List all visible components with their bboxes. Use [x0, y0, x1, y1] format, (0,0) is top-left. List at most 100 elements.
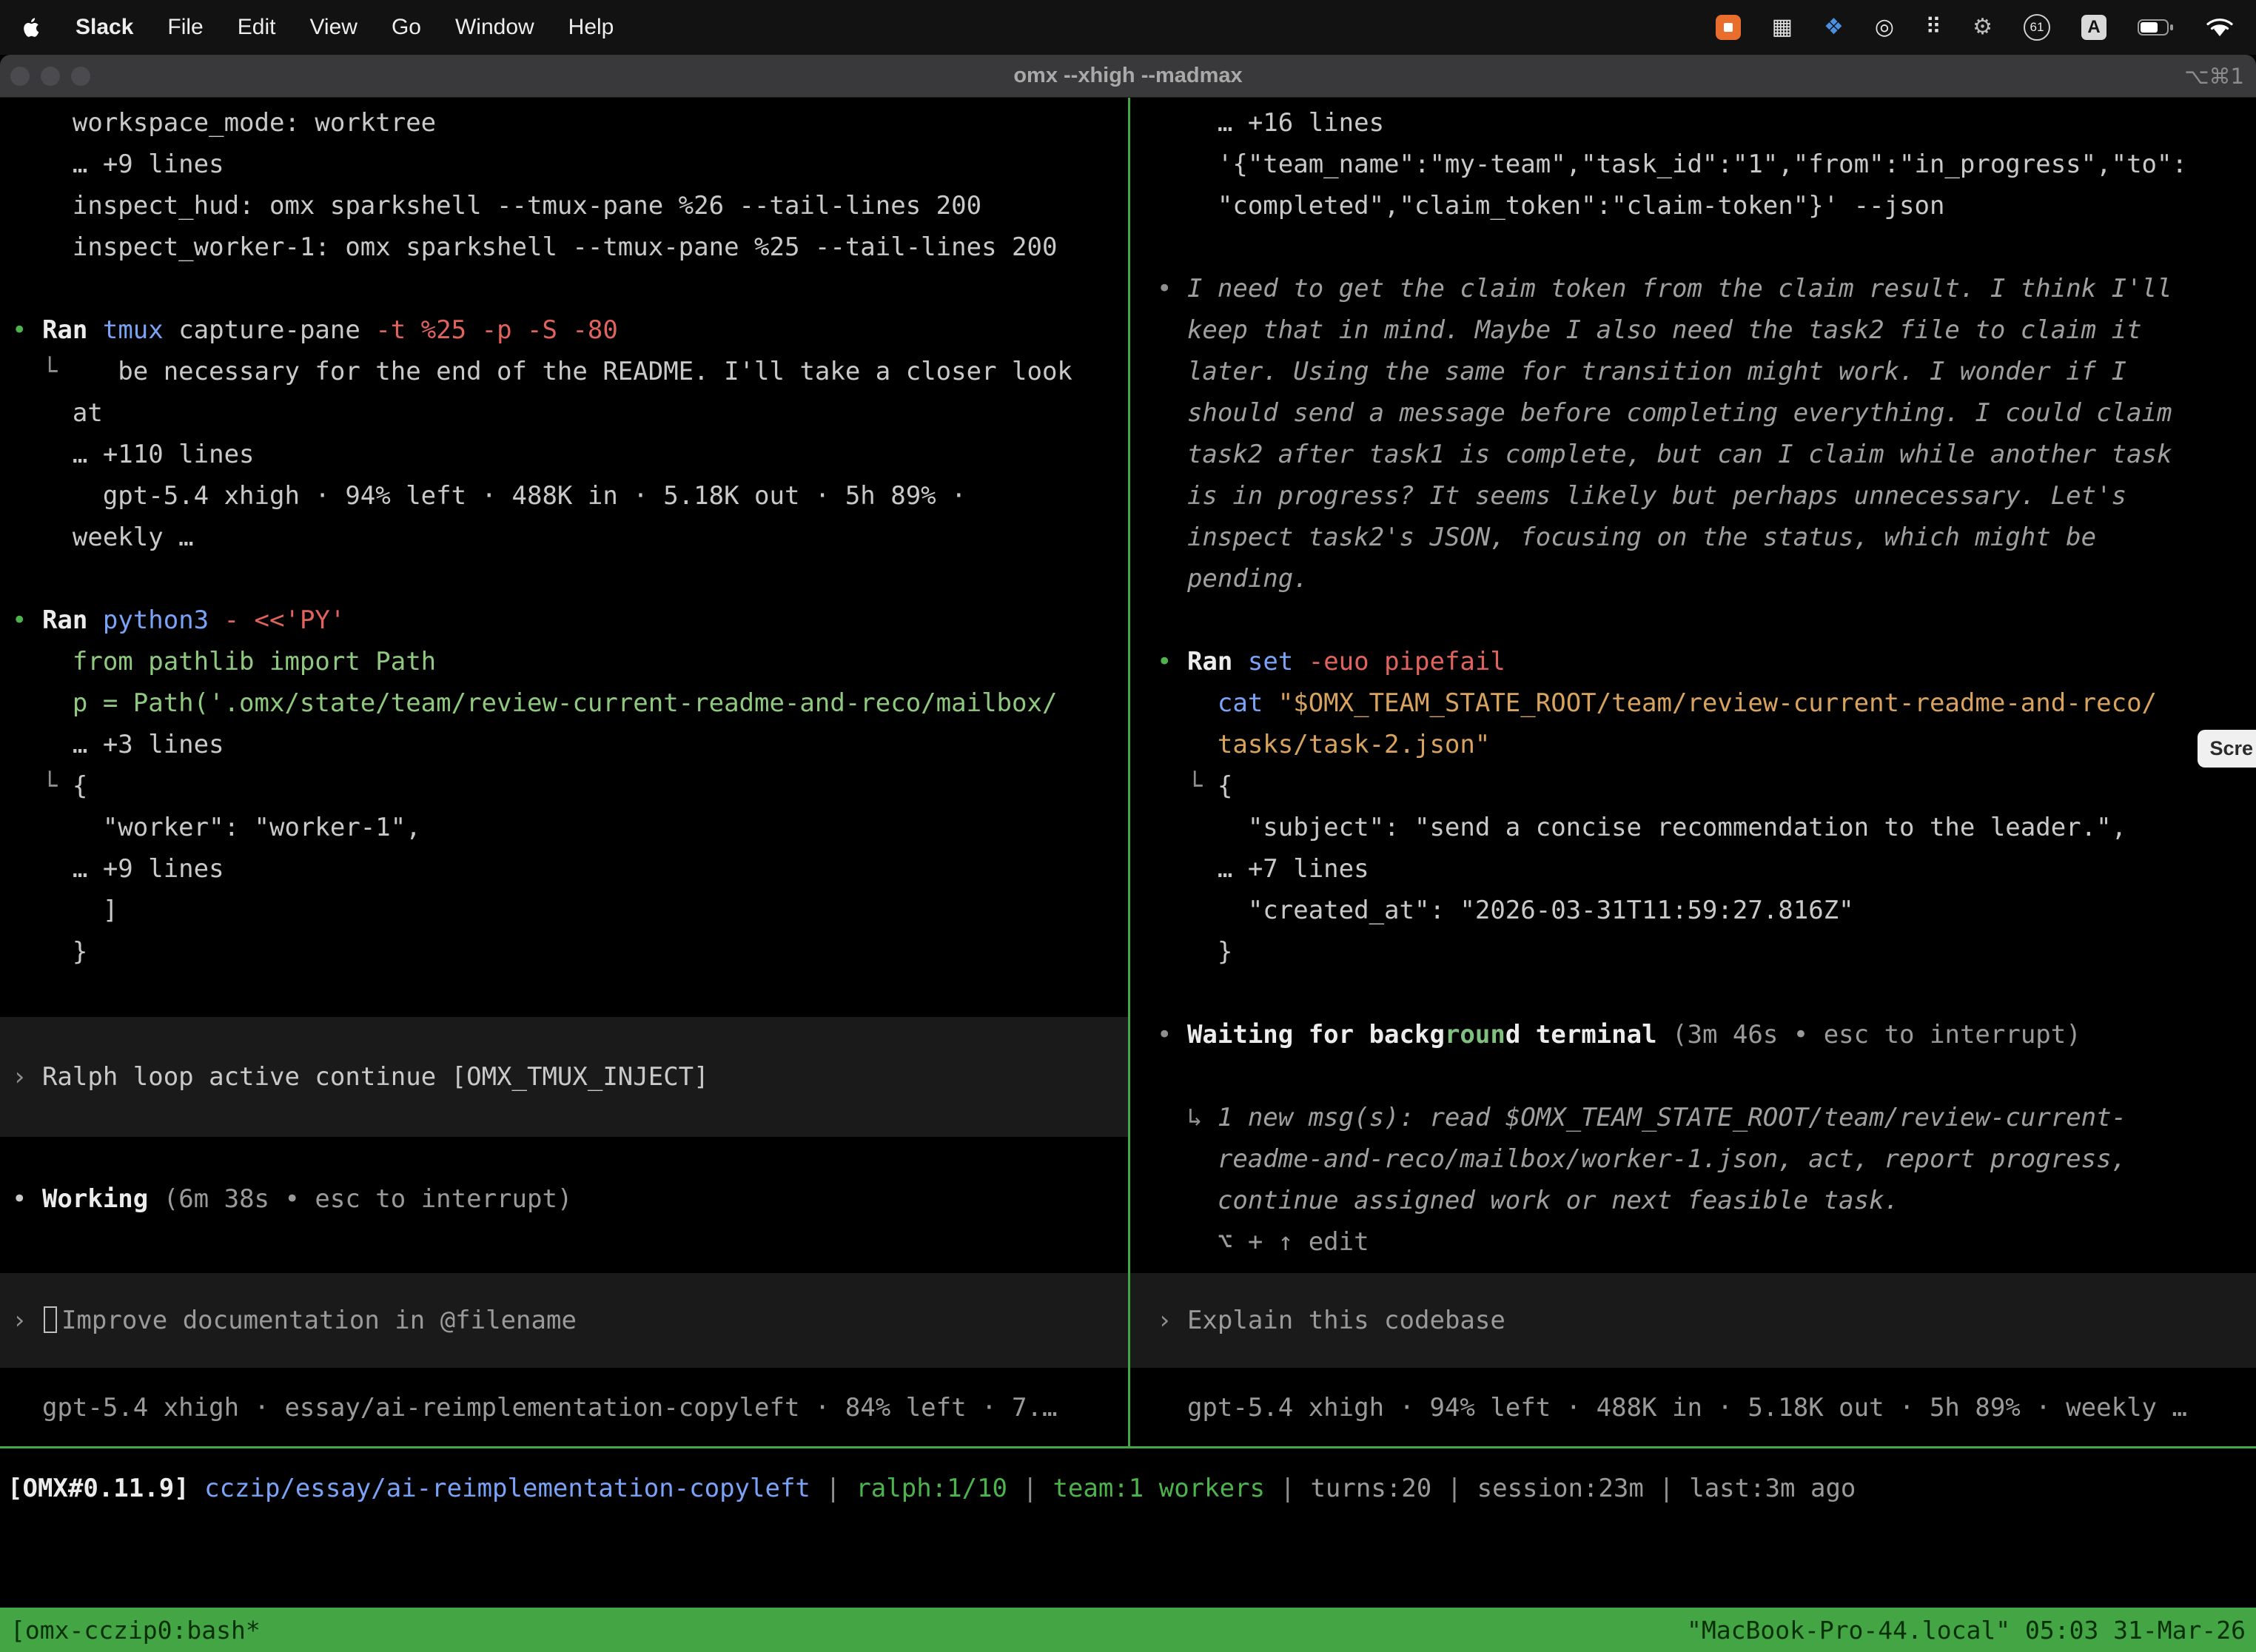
text-segment: is in progress? It seems likely but perh… [1157, 481, 2126, 511]
prompt-line: › Explain this codebase [1130, 1300, 1505, 1341]
window-title-bar[interactable]: omx --xhigh --madmax ⌥⌘1 [0, 55, 2256, 98]
terminal-pane-right[interactable]: … +16 lines '{"team_name":"my-team","tas… [1130, 98, 2256, 1446]
text-segment: inspect task2's JSON, focusing on the st… [1157, 523, 2096, 552]
text-segment: Waiting for backg [1187, 1020, 1445, 1050]
text-segment: set [1248, 647, 1309, 676]
screen-tooltip: Scre [2198, 730, 2256, 768]
text-segment: python3 [103, 605, 224, 635]
terminal-line: inspect_hud: omx sparkshell --tmux-pane … [0, 185, 1128, 226]
grid-icon[interactable]: ▦ [1772, 15, 1793, 40]
terminal-line: } [1130, 931, 2256, 973]
text-segment: • [1157, 274, 1187, 303]
menu-item-go[interactable]: Go [392, 15, 421, 40]
blank-line [0, 558, 1128, 600]
prompt-band[interactable]: › Explain this codebase [1130, 1273, 2256, 1368]
text-segment: -euo pipefail [1309, 647, 1505, 676]
terminal-line: from pathlib import Path [0, 641, 1128, 682]
terminal-line: "completed","claim_token":"claim-token"}… [1130, 185, 2256, 226]
text-segment: | [1644, 1474, 1689, 1503]
text-segment: cat [1157, 688, 1278, 718]
terminal-line: • Ran tmux capture-pane -t %25 -p -S -80 [0, 309, 1128, 351]
text-segment: last:3m ago [1689, 1474, 1856, 1503]
gear-icon[interactable]: ⚙ [1973, 15, 1993, 40]
terminal-line: … +7 lines [1130, 848, 2256, 890]
text-segment: Ran [42, 315, 103, 345]
menu-bar-status-icons: ▦ ❖ ◎ ⠿ ⚙ 61 A [1716, 14, 2234, 41]
text-segment: Ran [42, 605, 103, 635]
terminal-line: [OMX#0.11.9] cczip/essay/ai-reimplementa… [0, 1468, 2256, 1509]
screen-recording-icon[interactable] [1716, 15, 1741, 40]
tmux-status-bar: [omx-cczip0:bash* "MacBook-Pro-44.local"… [0, 1608, 2256, 1652]
text-segment: gpt-5.4 xhigh · 94% left · 488K in · 5.1… [12, 481, 967, 511]
apple-menu-icon[interactable] [22, 16, 41, 38]
terminal-line: p = Path('.omx/state/team/review-current… [0, 682, 1128, 724]
text-segment: p = Path('.omx/state/team/review-current… [12, 688, 1057, 718]
menu-item-view[interactable]: View [309, 15, 357, 40]
terminal-line: workspace_mode: worktree [0, 102, 1128, 144]
terminal-line: cat "$OMX_TEAM_STATE_ROOT/team/review-cu… [1130, 682, 2256, 724]
terminal-line: tasks/task-2.json" [1130, 724, 2256, 765]
text-segment: (6m 38s • esc to interrupt) [164, 1184, 573, 1214]
wifi-icon[interactable] [2206, 17, 2234, 38]
terminal-line: pending. [1130, 558, 2256, 600]
terminal-line: gpt-5.4 xhigh · 94% left · 488K in · 5.1… [0, 475, 1128, 517]
text-segment: › [12, 1062, 42, 1092]
close-button[interactable] [10, 67, 30, 86]
text-segment: • [12, 1184, 42, 1214]
zoom-button[interactable] [71, 67, 90, 86]
text-segment: weekly … [12, 523, 194, 552]
prompt-band[interactable]: › Improve documentation in @filename [0, 1273, 1128, 1368]
text-segment: "subject": "send a concise recommendatio… [1157, 813, 2126, 842]
menu-item-window[interactable]: Window [455, 15, 534, 40]
terminal-line: └ be necessary for the end of the README… [0, 351, 1128, 392]
terminal-pane-left[interactable]: workspace_mode: worktree … +9 lines insp… [0, 98, 1128, 1446]
blank-line [1130, 973, 2256, 1014]
text-segment: inspect_worker-1: omx sparkshell --tmux-… [12, 232, 1057, 262]
text-cursor [44, 1306, 57, 1333]
menu-app-name[interactable]: Slack [75, 15, 133, 40]
battery-icon[interactable] [2138, 19, 2175, 36]
terminal-line: … +110 lines [0, 434, 1128, 475]
terminal-line: readme-and-reco/mailbox/worker-1.json, a… [1130, 1138, 2256, 1180]
text-segment: d terminal [1505, 1020, 1672, 1050]
bottom-spacer [0, 1509, 2256, 1608]
terminal-window: omx --xhigh --madmax ⌥⌘1 workspace_mode:… [0, 55, 2256, 1652]
stop-square-icon [1724, 23, 1733, 32]
target-circle-icon[interactable]: ◎ [1875, 15, 1894, 40]
menu-item-help[interactable]: Help [568, 15, 614, 40]
terminal-line: keep that in mind. Maybe I also need the… [1130, 309, 2256, 351]
terminal-line: … +3 lines [0, 724, 1128, 765]
terminal-line: at [0, 392, 1128, 434]
terminal-line: ↳ 1 new msg(s): read $OMX_TEAM_STATE_ROO… [1130, 1097, 2256, 1138]
terminal-line: • Ran python3 - <<'PY' [0, 600, 1128, 641]
terminal-line: • Waiting for background terminal (3m 46… [1130, 1014, 2256, 1055]
blank-line [1130, 1055, 2256, 1097]
prompt-band[interactable]: › Ralph loop active continue [OMX_TMUX_I… [0, 1017, 1128, 1137]
text-segment: … +16 lines [1157, 108, 1384, 138]
text-segment: I need to get the claim token from the c… [1187, 274, 2172, 303]
menu-item-file[interactable]: File [167, 15, 203, 40]
text-segment: … +9 lines [12, 150, 224, 179]
menu-item-edit[interactable]: Edit [238, 15, 276, 40]
input-source-icon[interactable]: A [2081, 15, 2106, 40]
terminal-line: inspect_worker-1: omx sparkshell --tmux-… [0, 226, 1128, 268]
text-segment: • [1157, 1020, 1187, 1050]
menu-bar: Slack File Edit View Go Window Help ▦ ❖ … [0, 0, 2256, 55]
text-segment: pending. [1157, 564, 1309, 594]
text-segment: … +110 lines [12, 440, 255, 469]
text-segment: (3m 46s • esc to interrupt) [1672, 1020, 2081, 1050]
minimize-button[interactable] [41, 67, 60, 86]
text-segment: from pathlib import Path [12, 647, 436, 676]
text-segment: '{"team_name":"my-team","task_id":"1","f… [1157, 150, 2187, 179]
dots-grid-icon[interactable]: ⠿ [1925, 15, 1941, 40]
blue-app-icon[interactable]: ❖ [1824, 15, 1844, 40]
text-segment: └ [1157, 771, 1218, 801]
badge-61-icon[interactable]: 61 [2024, 14, 2050, 41]
text-segment: at [12, 398, 103, 428]
terminal-line: "created_at": "2026-03-31T11:59:27.816Z" [1130, 890, 2256, 931]
terminal-line: ⌥ + ↑ edit [1130, 1221, 2256, 1263]
terminal-line: • I need to get the claim token from the… [1130, 268, 2256, 309]
text-segment: | [1431, 1474, 1477, 1503]
text-segment: gpt-5.4 xhigh · essay/ai-reimplementatio… [12, 1393, 1057, 1423]
tmux-panes: workspace_mode: worktree … +9 lines insp… [0, 98, 2256, 1446]
